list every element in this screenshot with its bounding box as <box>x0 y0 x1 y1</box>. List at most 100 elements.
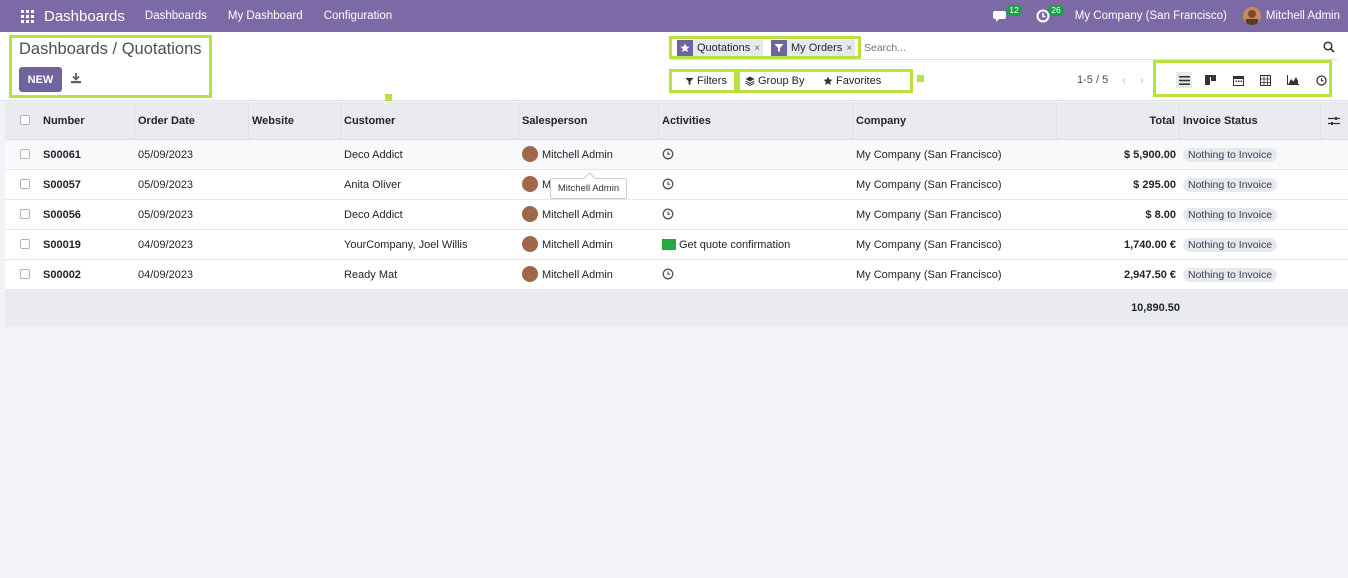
clock-icon[interactable] <box>662 178 674 190</box>
control-panel: Dashboards / Quotations NEW Quotations ×… <box>0 32 1348 101</box>
column-invoice-status[interactable]: Invoice Status <box>1179 102 1321 140</box>
cell-order-date: 05/09/2023 <box>138 209 194 221</box>
cell-order-date: 04/09/2023 <box>138 239 194 251</box>
status-badge: Nothing to Invoice <box>1183 268 1278 282</box>
cell-number: S00061 <box>43 149 81 161</box>
cell-salesperson[interactable]: Mitchell Admin <box>518 230 613 260</box>
grand-total: 10,890.50 <box>1131 302 1180 314</box>
messages-badge: 12 <box>1006 5 1022 16</box>
cell-total: 1,740.00 € <box>1124 239 1176 251</box>
highlight-marker <box>917 75 924 82</box>
cell-activities[interactable] <box>658 140 674 170</box>
avatar <box>522 236 538 253</box>
menu-dashboards[interactable]: Dashboards <box>145 10 207 22</box>
row-checkbox[interactable] <box>20 269 30 279</box>
table-row[interactable]: S00061 05/09/2023 Deco Addict Mitchell A… <box>5 140 1348 170</box>
cell-number: S00002 <box>43 269 81 281</box>
user-avatar[interactable] <box>1242 7 1261 25</box>
cell-customer: Deco Addict <box>344 209 403 221</box>
cell-invoice-status: Nothing to Invoice <box>1179 260 1278 290</box>
company-switcher[interactable]: My Company (San Francisco) <box>1075 10 1227 22</box>
cell-website <box>248 140 252 170</box>
pager-next-icon[interactable]: › <box>1140 73 1150 87</box>
cell-company: My Company (San Francisco) <box>856 269 1002 281</box>
status-badge: Nothing to Invoice <box>1183 148 1278 162</box>
cell-customer: YourCompany, Joel Willis <box>344 239 468 251</box>
optional-columns-icon[interactable] <box>1328 115 1340 127</box>
table-row[interactable]: S00019 04/09/2023 YourCompany, Joel Will… <box>5 230 1348 260</box>
cell-activities[interactable] <box>658 200 674 230</box>
activities-icon[interactable]: 26 <box>1033 5 1064 26</box>
column-customer[interactable]: Customer <box>340 102 519 140</box>
highlight-view-switcher <box>1153 60 1332 97</box>
cell-total: $ 295.00 <box>1133 179 1176 191</box>
avatar <box>522 206 538 223</box>
clock-icon[interactable] <box>662 268 674 280</box>
row-checkbox[interactable] <box>20 239 30 249</box>
pager-value[interactable]: 1-5 / 5 <box>1077 74 1108 86</box>
cell-salesperson[interactable]: Mitchell Admin <box>518 140 613 170</box>
select-all-checkbox[interactable] <box>20 115 30 125</box>
menu-my-dashboard[interactable]: My Dashboard <box>228 10 303 22</box>
cell-invoice-status: Nothing to Invoice <box>1179 170 1278 200</box>
highlight-groupby-favorites <box>737 69 913 93</box>
quotations-list: Number Order Date Website Customer Sales… <box>5 102 1348 327</box>
highlight-filters <box>669 69 737 93</box>
status-badge: Nothing to Invoice <box>1183 208 1278 222</box>
column-salesperson[interactable]: Salesperson <box>518 102 659 140</box>
avatar <box>522 176 538 193</box>
cell-customer: Deco Addict <box>344 149 403 161</box>
table-row[interactable]: S00057 05/09/2023 Anita Oliver M My Comp… <box>5 170 1348 200</box>
cell-total: $ 8.00 <box>1145 209 1176 221</box>
cell-salesperson[interactable]: Mitchell Admin <box>518 200 613 230</box>
cell-total: $ 5,900.00 <box>1124 149 1176 161</box>
cell-company: My Company (San Francisco) <box>856 209 1002 221</box>
table-row[interactable]: S00002 04/09/2023 Ready Mat Mitchell Adm… <box>5 260 1348 290</box>
cell-customer: Anita Oliver <box>344 179 401 191</box>
cell-order-date: 04/09/2023 <box>138 269 194 281</box>
column-order-date[interactable]: Order Date <box>134 102 249 140</box>
status-badge: Nothing to Invoice <box>1183 238 1278 252</box>
column-total[interactable]: Total <box>1056 102 1180 140</box>
row-checkbox[interactable] <box>20 149 30 159</box>
salesperson-tooltip: Mitchell Admin <box>550 178 627 199</box>
search-icon[interactable] <box>1323 41 1335 53</box>
user-menu[interactable]: Mitchell Admin <box>1266 10 1340 22</box>
cell-invoice-status: Nothing to Invoice <box>1179 200 1278 230</box>
cell-salesperson[interactable]: Mitchell Admin <box>518 260 613 290</box>
menu-configuration[interactable]: Configuration <box>324 10 392 22</box>
column-activities[interactable]: Activities <box>658 102 853 140</box>
top-navbar: Dashboards Dashboards My Dashboard Confi… <box>0 0 1348 32</box>
messages-icon[interactable]: 12 <box>991 5 1022 26</box>
search-input[interactable] <box>864 39 1314 57</box>
cell-activities[interactable]: Get quote confirmation <box>658 230 790 260</box>
cell-invoice-status: Nothing to Invoice <box>1179 140 1278 170</box>
highlight-facets <box>669 36 861 59</box>
cell-order-date: 05/09/2023 <box>138 179 194 191</box>
cell-website <box>248 260 252 290</box>
column-company[interactable]: Company <box>852 102 1057 140</box>
pager-previous-icon[interactable]: ‹ <box>1122 73 1132 87</box>
row-checkbox[interactable] <box>20 209 30 219</box>
cell-activities[interactable] <box>658 260 674 290</box>
highlight-breadcrumb-area <box>9 35 212 98</box>
row-checkbox[interactable] <box>20 179 30 189</box>
cell-order-date: 05/09/2023 <box>138 149 194 161</box>
table-footer: 10,890.50 <box>5 290 1348 327</box>
cell-customer: Ready Mat <box>344 269 398 281</box>
clock-icon[interactable] <box>662 208 674 220</box>
app-brand[interactable]: Dashboards <box>44 8 125 25</box>
highlight-marker <box>385 94 392 101</box>
cell-website <box>248 170 252 200</box>
clock-icon[interactable] <box>662 148 674 160</box>
column-number[interactable]: Number <box>39 102 135 140</box>
column-website[interactable]: Website <box>248 102 341 140</box>
apps-menu-icon[interactable] <box>12 0 42 32</box>
table-row[interactable]: S00056 05/09/2023 Deco Addict Mitchell A… <box>5 200 1348 230</box>
cell-company: My Company (San Francisco) <box>856 149 1002 161</box>
cell-salesperson[interactable]: M <box>518 170 551 200</box>
avatar <box>522 146 538 163</box>
activity-type-icon[interactable] <box>662 238 676 250</box>
cell-activities[interactable] <box>658 170 674 200</box>
cell-website <box>248 200 252 230</box>
